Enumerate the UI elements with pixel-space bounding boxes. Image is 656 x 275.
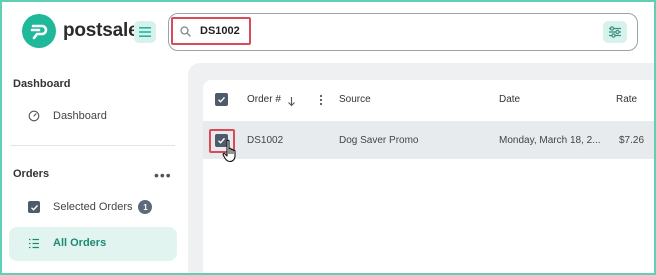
filter-button[interactable] [603,21,627,43]
sidebar-item-label: All Orders [53,237,107,249]
column-options-icon[interactable] [319,93,323,111]
list-icon [29,238,39,248]
sidebar-item-selected-orders[interactable]: Selected Orders 1 [28,200,153,214]
sidebar-section-dashboard: Dashboard [13,78,71,90]
select-all-checkbox[interactable] [215,93,228,106]
sidebar-item-label: Dashboard [53,110,107,122]
search-icon [180,24,191,42]
gauge-icon [28,110,40,122]
sliders-icon [609,26,621,38]
postsale-logo-icon [22,14,56,48]
orders-more-icon[interactable]: ••• [154,167,172,183]
brand-logo[interactable]: postsale™ [22,14,147,48]
sidebar-section-orders: Orders [13,168,50,180]
cell-date: Monday, March 18, 2... [499,135,601,146]
column-header-source[interactable]: Source [339,94,371,105]
check-icon [218,96,226,103]
column-header-rate[interactable]: Rate [616,94,637,105]
sidebar-item-label: Selected Orders [53,201,133,213]
sort-arrow-down-icon[interactable] [287,94,296,112]
column-header-date[interactable]: Date [499,94,520,105]
orders-table [203,80,656,275]
sidebar-divider [10,145,175,146]
sidebar-item-dashboard[interactable]: Dashboard [28,110,107,122]
hand-pointer-cursor-icon [222,139,239,168]
cell-order-number[interactable]: DS1002 [247,135,283,146]
hamburger-icon [139,27,151,37]
selected-count-badge: 1 [138,200,153,214]
cell-source: Dog Saver Promo [339,135,419,146]
column-header-order[interactable]: Order # [247,94,281,105]
hamburger-menu-button[interactable] [134,21,156,43]
checkbox-icon [28,201,40,213]
search-value: DS1002 [200,25,240,37]
sidebar-item-all-orders-content[interactable]: All Orders [28,237,106,249]
cell-rate: $7.26 [619,135,645,146]
